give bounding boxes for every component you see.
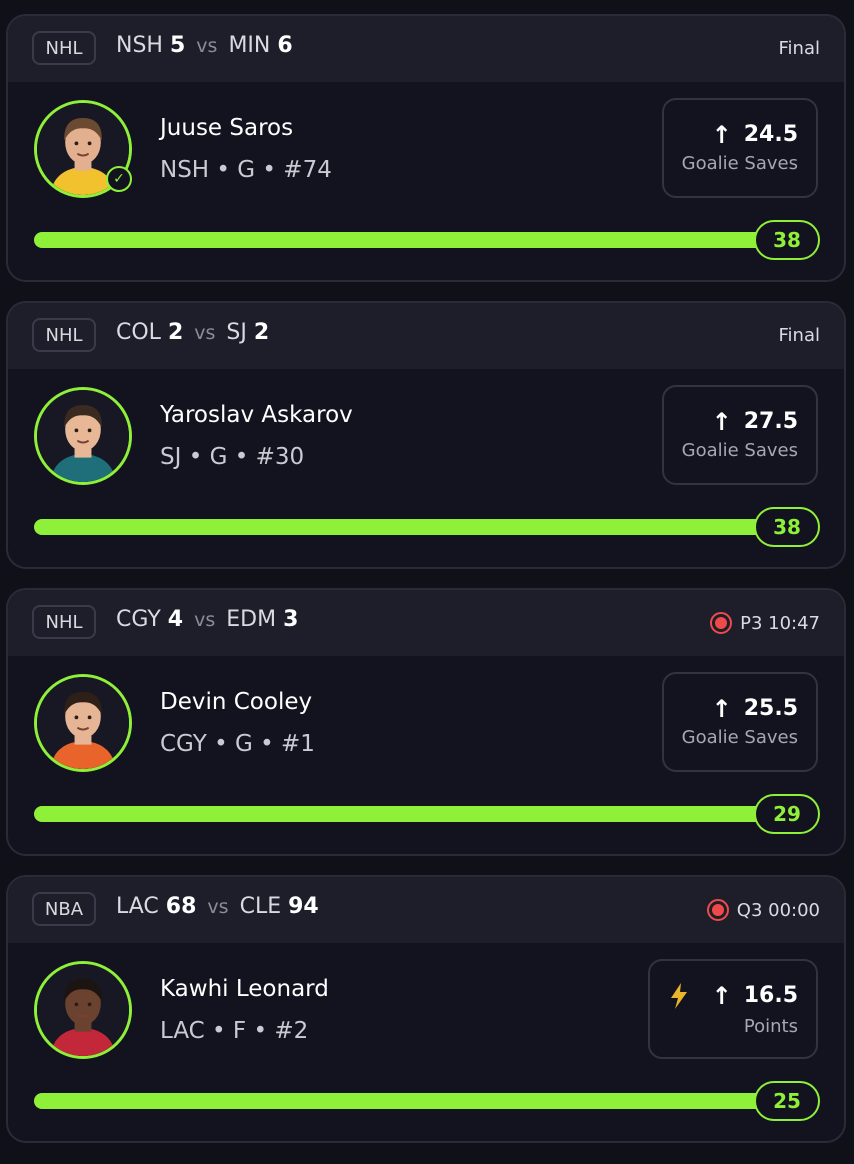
home-score: 5 bbox=[169, 33, 186, 58]
player-info: LAC • F • #2 bbox=[160, 1018, 309, 1044]
progress-fill bbox=[34, 806, 794, 822]
league-badge: NHL bbox=[32, 605, 96, 639]
prop-line: ↑ 27.5 bbox=[712, 409, 798, 434]
arrow-up-icon: ↑ bbox=[711, 407, 732, 436]
prop-line: ↑ 16.5 bbox=[668, 982, 798, 1010]
prop-line-value: 24.5 bbox=[743, 122, 798, 147]
prop-line-box[interactable]: ↑ 27.5 Goalie Saves bbox=[661, 385, 818, 485]
current-stat-value: 38 bbox=[754, 507, 820, 547]
player-info: NSH • G • #74 bbox=[160, 157, 332, 183]
league-badge: NBA bbox=[32, 892, 96, 926]
live-indicator-icon bbox=[706, 899, 729, 921]
home-team: LAC bbox=[116, 894, 159, 919]
vs-label: vs bbox=[194, 322, 216, 344]
home-team: COL bbox=[116, 320, 161, 345]
prop-line-value: 16.5 bbox=[743, 983, 798, 1008]
progress-bar bbox=[34, 806, 794, 822]
matchup: COL 2 vs SJ 2 bbox=[116, 320, 269, 345]
pick-card-list: NHL NSH 5 vs MIN 6 Final ✓ Juuse Saros N… bbox=[0, 0, 854, 1164]
prop-line-box[interactable]: ↑ 16.5 Points bbox=[647, 959, 818, 1059]
prop-line-value: 27.5 bbox=[743, 409, 798, 434]
prop-line-box[interactable]: ↑ 25.5 Goalie Saves bbox=[661, 672, 818, 772]
home-team: NSH bbox=[116, 33, 163, 58]
game-status: Final bbox=[779, 38, 820, 59]
progress-bar bbox=[34, 232, 794, 248]
league-badge: NHL bbox=[32, 31, 96, 65]
game-status-text: Q3 00:00 bbox=[736, 899, 820, 921]
away-score: 94 bbox=[288, 894, 319, 919]
player-info: SJ • G • #30 bbox=[160, 444, 305, 470]
game-header: NHL NSH 5 vs MIN 6 Final bbox=[8, 16, 844, 82]
away-team: MIN bbox=[228, 33, 271, 58]
live-indicator-icon bbox=[710, 612, 733, 634]
arrow-up-icon: ↑ bbox=[711, 981, 732, 1010]
away-team: SJ bbox=[226, 320, 247, 345]
vs-label: vs bbox=[194, 609, 216, 631]
game-header: NHL CGY 4 vs EDM 3 P3 10:47 bbox=[8, 590, 844, 656]
arrow-up-icon: ↑ bbox=[711, 120, 732, 149]
prop-line-box[interactable]: ↑ 24.5 Goalie Saves bbox=[661, 98, 818, 198]
current-stat-value: 38 bbox=[754, 220, 820, 260]
player-name: Devin Cooley bbox=[160, 689, 313, 715]
progress-bar bbox=[34, 519, 794, 535]
prop-line-value: 25.5 bbox=[743, 696, 798, 721]
home-score: 2 bbox=[167, 320, 184, 345]
pick-card[interactable]: NHL COL 2 vs SJ 2 Final Yaroslav Askarov… bbox=[6, 301, 846, 569]
away-score: 6 bbox=[277, 33, 293, 58]
away-team: EDM bbox=[226, 607, 277, 632]
player-avatar[interactable] bbox=[34, 961, 132, 1059]
progress-fill bbox=[34, 232, 794, 248]
prop-stat-label: Goalie Saves bbox=[681, 727, 798, 748]
game-status: Final bbox=[779, 325, 820, 346]
player-avatar[interactable] bbox=[34, 674, 132, 772]
away-score: 3 bbox=[283, 607, 299, 632]
check-circle-icon: ✓ bbox=[106, 166, 132, 192]
game-header: NHL COL 2 vs SJ 2 Final bbox=[8, 303, 844, 369]
prop-stat-label: Points bbox=[743, 1015, 798, 1037]
player-photo bbox=[37, 677, 129, 769]
home-score: 4 bbox=[167, 607, 184, 632]
vs-label: vs bbox=[207, 896, 229, 918]
progress-fill bbox=[34, 1093, 794, 1109]
current-stat-value: 29 bbox=[754, 794, 820, 834]
home-score: 68 bbox=[165, 894, 197, 919]
game-status: P3 10:47 bbox=[710, 612, 820, 634]
game-status: Q3 00:00 bbox=[706, 899, 820, 921]
player-name: Kawhi Leonard bbox=[160, 976, 329, 1002]
prop-line: ↑ 24.5 bbox=[712, 122, 798, 147]
matchup: CGY 4 vs EDM 3 bbox=[116, 607, 298, 632]
prop-stat-label: Goalie Saves bbox=[681, 153, 798, 174]
away-score: 2 bbox=[253, 320, 270, 345]
prop-stat-label: Goalie Saves bbox=[681, 440, 798, 461]
pick-card[interactable]: NHL NSH 5 vs MIN 6 Final ✓ Juuse Saros N… bbox=[6, 14, 846, 282]
away-team: CLE bbox=[239, 894, 282, 919]
progress-bar bbox=[34, 1093, 794, 1109]
player-avatar[interactable] bbox=[34, 387, 132, 485]
game-status-text: Final bbox=[778, 38, 820, 59]
prop-line: ↑ 25.5 bbox=[712, 696, 798, 721]
player-name: Yaroslav Askarov bbox=[160, 402, 353, 428]
vs-label: vs bbox=[196, 35, 218, 57]
player-photo bbox=[37, 390, 129, 482]
arrow-up-icon: ↑ bbox=[711, 694, 732, 723]
pick-card[interactable]: NBA LAC 68 vs CLE 94 Q3 00:00 Kawhi Leon… bbox=[6, 875, 846, 1143]
league-badge: NHL bbox=[32, 318, 96, 352]
progress-fill bbox=[34, 519, 794, 535]
player-photo bbox=[37, 964, 129, 1056]
lightning-bolt-icon bbox=[668, 982, 690, 1010]
home-team: CGY bbox=[116, 607, 161, 632]
player-info: CGY • G • #1 bbox=[160, 731, 315, 757]
game-status-text: P3 10:47 bbox=[740, 612, 820, 634]
player-name: Juuse Saros bbox=[160, 115, 294, 141]
matchup: LAC 68 vs CLE 94 bbox=[116, 894, 319, 919]
current-stat-value: 25 bbox=[754, 1081, 820, 1121]
matchup: NSH 5 vs MIN 6 bbox=[116, 33, 293, 58]
game-header: NBA LAC 68 vs CLE 94 Q3 00:00 bbox=[8, 877, 844, 943]
pick-card[interactable]: NHL CGY 4 vs EDM 3 P3 10:47 Devin Cooley… bbox=[6, 588, 846, 856]
game-status-text: Final bbox=[778, 325, 820, 346]
